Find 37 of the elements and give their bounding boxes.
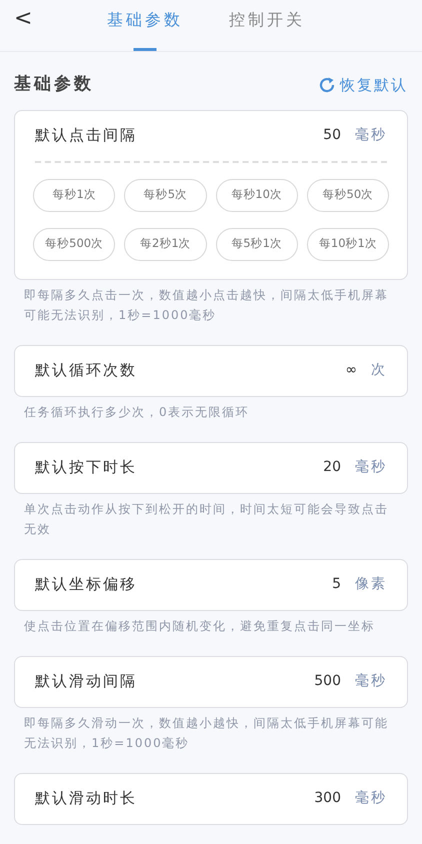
tab[interactable]: 基础参数	[107, 0, 183, 51]
unit-label: 毫秒	[355, 789, 387, 808]
preset-chip[interactable]: 每秒10次	[216, 178, 298, 212]
preset-chip[interactable]: 每秒1次	[33, 178, 116, 212]
value-text[interactable]: 500	[314, 671, 341, 692]
setting-label: 默认点击间隔	[35, 125, 137, 146]
hint-text: 单次点击动作从按下到松开的时间，时间太短可能会导致点击无效	[23, 500, 390, 538]
preset-chip[interactable]: 每秒5次	[124, 178, 206, 212]
restore-defaults-button[interactable]: 恢复默认	[318, 74, 408, 96]
value-text[interactable]: 5	[332, 574, 341, 595]
unit-label: 毫秒	[355, 458, 387, 477]
section-title: 基础参数	[14, 73, 94, 96]
tab[interactable]: 控制开关	[229, 0, 305, 51]
unit-label: 像素	[355, 575, 387, 594]
hint-text: 即每隔多久点击一次，数值越小点击越快，间隔太低手机屏幕可能无法识别，1秒=1000毫秒	[23, 286, 390, 324]
preset-chip[interactable]: 每秒50次	[306, 178, 389, 212]
back-button[interactable]: <	[8, 6, 38, 32]
hint-text: 即每隔多久滑动一次，数值越小越快，间隔太低手机屏幕可能无法识别，1秒=1000毫秒	[23, 714, 390, 752]
hint-text: 使点击位置在偏移范围内随机变化，避免重复点击同一坐标	[23, 618, 376, 634]
setting-label: 默认循环次数	[35, 360, 137, 382]
unit-label: 次	[371, 361, 387, 380]
setting-label: 默认坐标偏移	[35, 574, 137, 596]
value-text[interactable]: 50	[323, 125, 341, 146]
hint-text: 任务循环执行多少次，0表示无限循环	[23, 404, 250, 420]
preset-chip[interactable]: 每秒500次	[33, 228, 116, 260]
setting-label: 默认滑动间隔	[35, 671, 137, 692]
value-text[interactable]: 20	[323, 457, 341, 478]
value-text[interactable]: ∞	[345, 360, 357, 381]
preset-chip[interactable]: 每2秒1次	[124, 228, 206, 260]
unit-label: 毫秒	[355, 672, 387, 691]
setting-label: 默认按下时长	[35, 457, 137, 478]
value-text[interactable]: 300	[314, 788, 341, 809]
setting-label: 默认滑动时长	[35, 788, 137, 810]
preset-chip[interactable]: 每5秒1次	[216, 228, 298, 260]
refresh-icon	[318, 76, 336, 94]
preset-chip[interactable]: 每10秒1次	[306, 228, 389, 260]
unit-label: 毫秒	[355, 126, 387, 145]
